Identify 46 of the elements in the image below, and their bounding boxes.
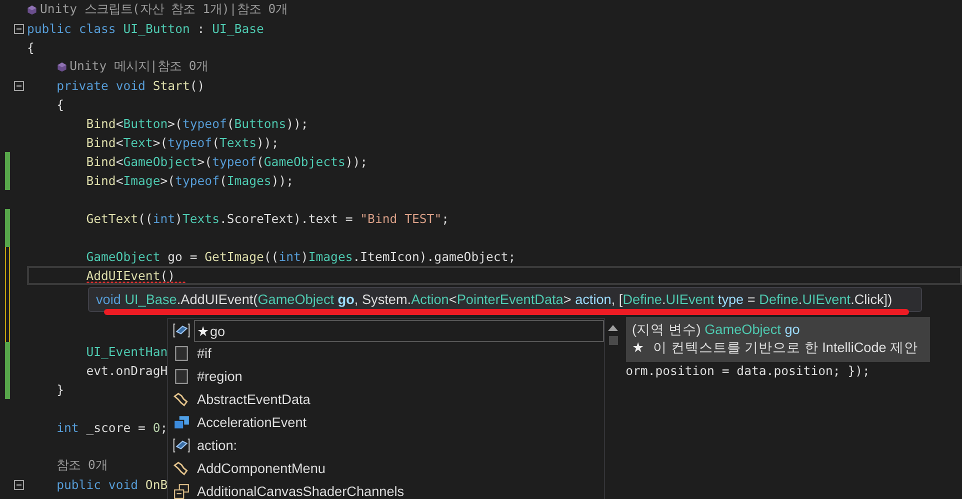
star-icon: ★ (632, 339, 645, 357)
code-lens[interactable]: Unity 메시지|참조 0개 (70, 58, 208, 75)
scroll-up-icon[interactable] (608, 325, 618, 331)
completion-item[interactable]: AbstractEventData (168, 388, 604, 411)
code-line: GetText((int)Texts.ScoreText).text = "Bind TEST"; (86, 212, 449, 226)
symbol-description: (지역 변수) GameObject go (632, 321, 801, 339)
code-line: public class UI_Button : UI_Base (27, 22, 264, 36)
code-line: private void Start() (56, 78, 205, 92)
completion-item[interactable]: AddComponentMenu (168, 457, 604, 480)
code-line: UI_EventHan (86, 344, 168, 358)
code-line: } (56, 382, 64, 396)
collapse-icon[interactable] (14, 24, 24, 34)
completion-item[interactable]: #region (168, 365, 604, 388)
code-line: Bind<Button>(typeof(Buttons)); (86, 116, 308, 130)
class-icon (173, 391, 190, 408)
scroll-thumb[interactable] (608, 336, 618, 345)
code-line: Bind<Image>(typeof(Images)); (86, 174, 294, 188)
collapse-icon[interactable] (14, 480, 24, 490)
snippet-icon (173, 368, 190, 385)
code-lens[interactable]: Unity 스크립트(자산 참조 1개)|참조 0개 (40, 1, 288, 18)
code-line: { (56, 98, 64, 112)
completion-item[interactable]: #if (168, 342, 604, 365)
snippet-icon (173, 345, 190, 362)
code-line: evt.onDragH (86, 364, 168, 378)
collapse-icon[interactable] (14, 81, 24, 91)
completion-item[interactable]: action: (168, 434, 604, 457)
code-line: Bind<Text>(typeof(Texts)); (86, 136, 279, 150)
code-line: { (27, 40, 34, 54)
intellicode-note: 이 컨텍스트를 기반으로 한 IntelliCode 제안 (653, 339, 918, 357)
code-line: orm.position = data.position; }); (626, 364, 870, 378)
completion-item[interactable]: ★go (168, 319, 604, 342)
code-line: int _score = 0; (56, 420, 168, 434)
variable-icon (173, 322, 190, 339)
method-signature: void UI_Base.AddUIEvent(GameObject go, System.Action<PointerEventData> action, [Define.UIEvent type = Define.UIEvent.Click]) (96, 292, 892, 307)
cube-icon (56, 62, 67, 72)
code-line: Bind<GameObject>(typeof(GameObjects)); (86, 154, 368, 168)
code-line: AddUIEvent() (86, 268, 176, 282)
code-line: GameObject go = GetImage((int)Images.ItemIcon).gameObject; (86, 250, 516, 264)
class-icon (173, 460, 190, 477)
code-line: public void OnB (56, 478, 168, 492)
completion-item[interactable]: AccelerationEvent (168, 411, 604, 434)
struct-icon (173, 414, 190, 431)
variable-icon (173, 437, 190, 454)
cube-icon (27, 4, 37, 14)
completion-item[interactable]: AdditionalCanvasShaderChannels (168, 480, 604, 499)
code-lens[interactable]: 참조 0개 (56, 457, 108, 474)
